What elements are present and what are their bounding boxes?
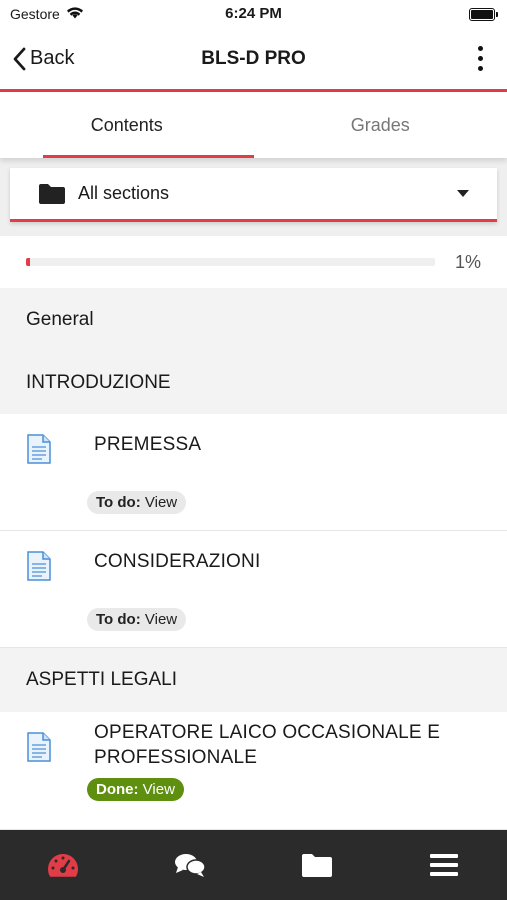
page-icon (26, 434, 54, 469)
carrier-label: Gestore (10, 6, 60, 22)
section-header-aspetti-legali: ASPETTI LEGALI (0, 648, 507, 712)
progress-percent: 1% (454, 251, 481, 272)
item-title: CONSIDERAZIONI (94, 551, 261, 572)
page-icon (26, 732, 54, 767)
item-title: PREMESSA (94, 434, 202, 455)
bottom-tab-menu[interactable] (380, 830, 507, 900)
badge-status: To do: (96, 494, 141, 511)
item-title-line: OPERATORE LAICO OCCASIONALE E (94, 722, 441, 743)
tab-contents-label: Contents (90, 114, 163, 135)
section-selector-container: All sections (0, 158, 507, 236)
section-header-general[interactable]: General (0, 288, 507, 352)
status-bar: Gestore 6:24 PM (0, 0, 507, 28)
section-title: INTRODUZIONE (26, 372, 171, 393)
tab-grades-label: Grades (350, 114, 410, 135)
badge-action: View (144, 494, 178, 511)
folder-icon (39, 183, 65, 204)
bottom-tab-messages[interactable] (127, 830, 254, 900)
chevron-down-icon (457, 190, 469, 197)
badge-status: To do: (96, 611, 141, 628)
tab-contents[interactable]: Contents (0, 92, 254, 158)
badge-action: View (144, 611, 178, 628)
page-title: BLS-D PRO (201, 47, 306, 69)
completion-badge[interactable]: Done: View (87, 778, 184, 801)
chevron-left-icon (13, 47, 26, 70)
completion-badge[interactable]: To do: View (87, 491, 187, 514)
list-item[interactable]: CONSIDERAZIONI To do: View (0, 531, 507, 648)
item-title-line: PROFESSIONALE (94, 747, 258, 768)
badge-action: View (142, 781, 175, 798)
more-options-icon[interactable] (465, 46, 495, 71)
folder-icon (301, 854, 332, 877)
list-item[interactable]: PREMESSA To do: View (0, 414, 507, 531)
course-progress: 1% (0, 236, 507, 288)
bottom-tab-dashboard[interactable] (0, 830, 127, 900)
completion-badge[interactable]: To do: View (87, 608, 187, 631)
page-icon (26, 551, 54, 586)
item-title: OPERATORE LAICO OCCASIONALE E PROFESSION… (94, 720, 440, 770)
bottom-tab-bar (0, 830, 507, 900)
menu-icon (429, 854, 458, 876)
messages-icon (175, 854, 206, 877)
progress-bar-fill (26, 258, 31, 266)
bottom-tab-files[interactable] (254, 830, 381, 900)
list-item[interactable]: OPERATORE LAICO OCCASIONALE E PROFESSION… (0, 712, 507, 830)
back-button[interactable]: Back (12, 47, 74, 71)
section-selector[interactable]: All sections (10, 168, 497, 222)
nav-bar: Back BLS-D PRO (0, 28, 507, 92)
tab-bar: Contents Grades (0, 92, 507, 158)
section-header-introduzione: INTRODUZIONE (0, 352, 507, 414)
badge-status: Done: (96, 781, 139, 798)
section-title: General (26, 309, 94, 330)
wifi-icon (66, 6, 84, 22)
section-title: ASPETTI LEGALI (26, 669, 177, 690)
back-label: Back (30, 47, 75, 69)
dashboard-icon (48, 854, 79, 877)
section-selector-label: All sections (78, 183, 170, 203)
battery-icon (469, 7, 498, 21)
tab-grades[interactable]: Grades (254, 92, 507, 158)
progress-bar (26, 258, 435, 266)
